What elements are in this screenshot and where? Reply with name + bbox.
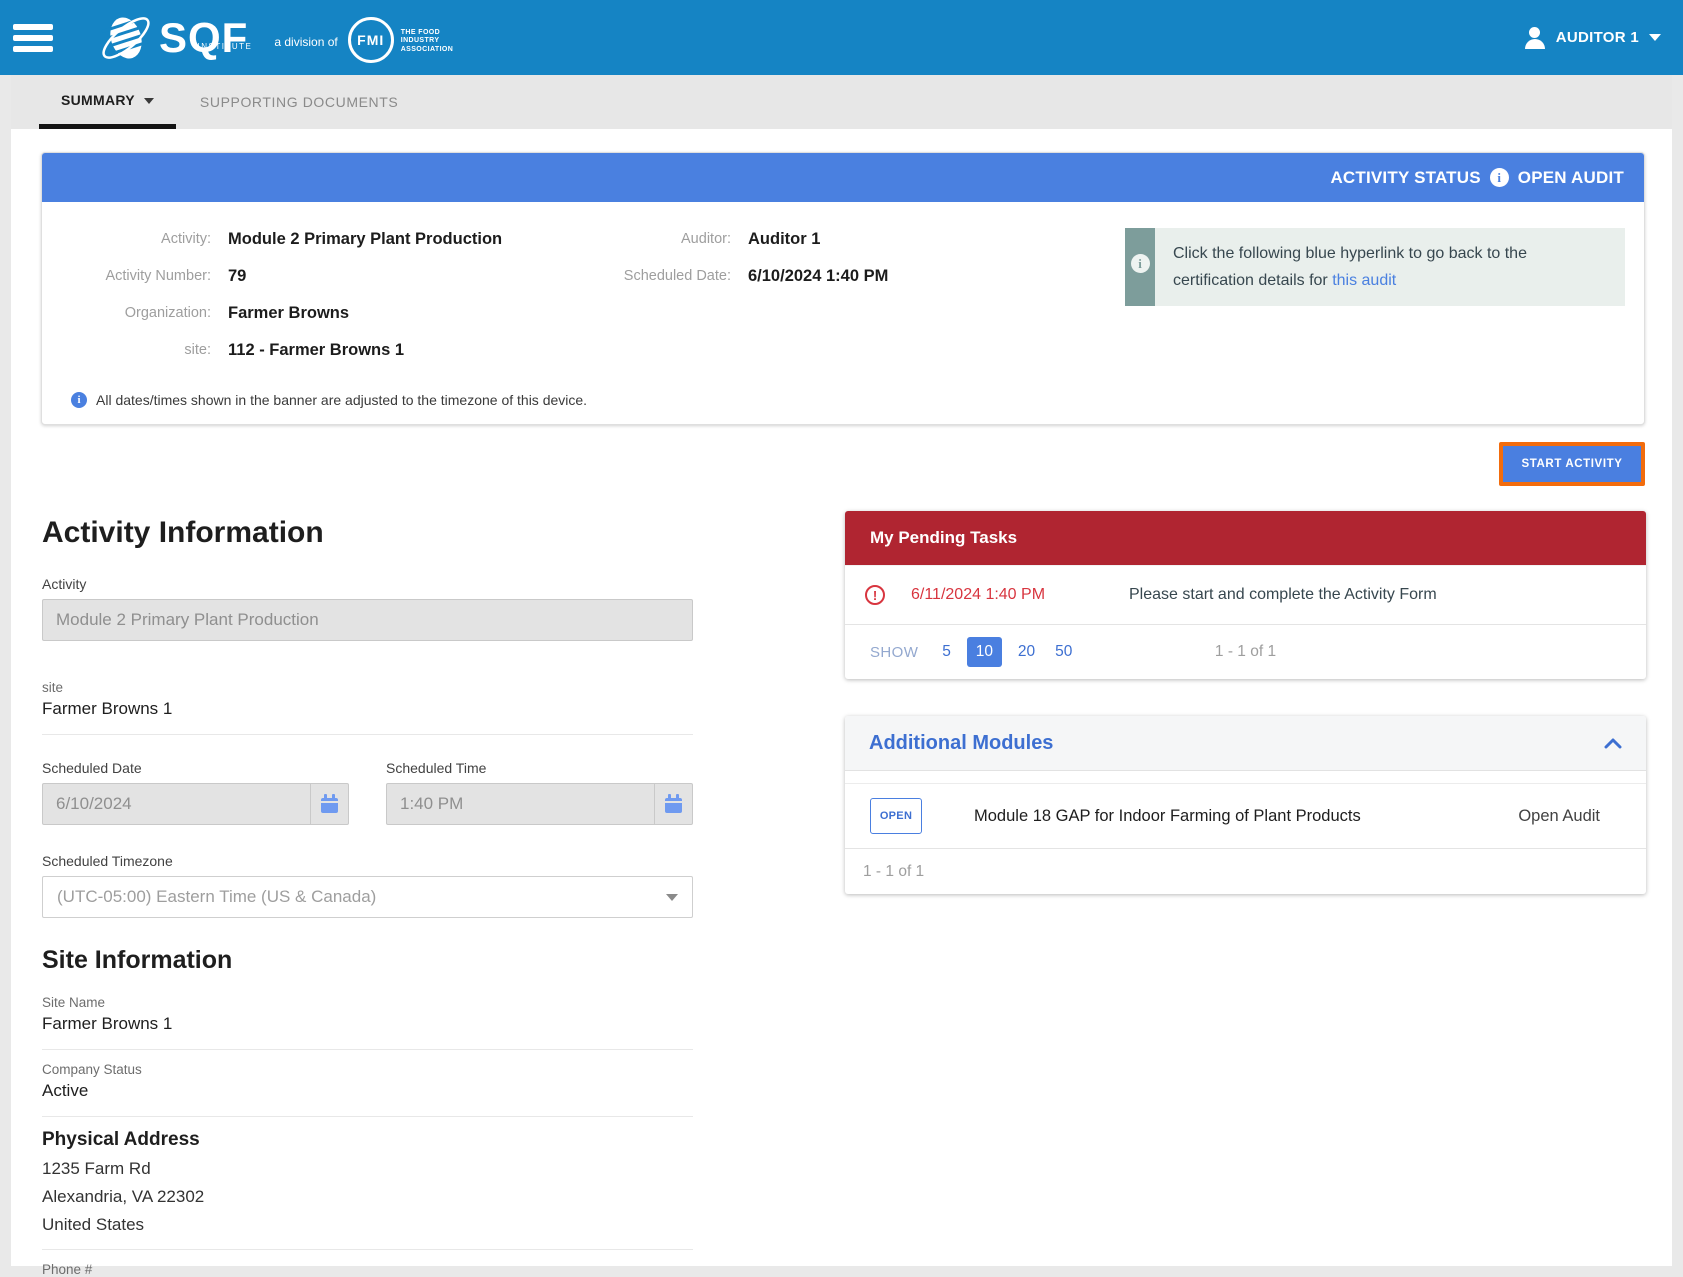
division-text: a division of <box>274 35 337 49</box>
chevron-up-icon[interactable] <box>1604 737 1622 749</box>
modules-pagination: 1 - 1 of 1 <box>845 848 1646 894</box>
info-icon[interactable]: i <box>1490 168 1509 187</box>
additional-modules-title: Additional Modules <box>869 732 1053 755</box>
activity-information-title: Activity Information <box>42 516 693 550</box>
tab-bar: SUMMARY SUPPORTING DOCUMENTS <box>11 75 1672 129</box>
scheduled-date-field: Scheduled Date 6/10/2024 <box>42 760 349 825</box>
modules-table-head <box>845 771 1646 784</box>
activity-input: Module 2 Primary Plant Production <box>42 599 693 641</box>
activity-status-bar: ACTIVITY STATUS i OPEN AUDIT <box>42 153 1644 202</box>
address-line: United States <box>42 1215 693 1235</box>
task-due-date: 6/11/2024 1:40 PM <box>911 586 1107 604</box>
certification-callout: i Click the following blue hyperlink to … <box>1125 228 1625 306</box>
info-icon: i <box>71 392 87 408</box>
sqf-institute-label: INSTITUTE <box>198 27 253 67</box>
activity-status-value: OPEN AUDIT <box>1518 168 1624 188</box>
chevron-down-icon <box>1649 34 1661 41</box>
tab-summary[interactable]: SUMMARY <box>39 75 176 129</box>
module-status: Open Audit <box>1518 807 1600 826</box>
banner-field-auditor: Auditor: Auditor 1 <box>600 228 938 250</box>
fmi-logo: FMI <box>348 17 394 63</box>
scheduled-time-input: 1:40 PM <box>386 783 693 825</box>
activity-status-label: ACTIVITY STATUS <box>1330 168 1480 188</box>
timezone-note: i All dates/times shown in the banner ar… <box>42 390 1644 424</box>
address-line: Alexandria, VA 22302 <box>42 1187 693 1207</box>
open-module-button[interactable]: OPEN <box>870 798 922 834</box>
hamburger-menu-icon[interactable] <box>13 24 53 52</box>
banner-fields-schedule: Auditor: Auditor 1 Scheduled Date: 6/10/… <box>600 228 938 376</box>
banner-field-organization: Organization: Farmer Browns <box>42 302 600 324</box>
task-message: Please start and complete the Activity F… <box>1129 586 1437 604</box>
alert-icon: ! <box>865 585 885 605</box>
module-row: OPEN Module 18 GAP for Indoor Farming of… <box>845 784 1646 848</box>
pagination-range: 1 - 1 of 1 <box>845 643 1646 661</box>
calendar-icon <box>321 798 338 813</box>
sqf-swirl-icon <box>95 11 157 65</box>
app-header: SQF INSTITUTE a division of FMI THE FOOD… <box>0 0 1683 75</box>
site-field: site Farmer Browns 1 <box>42 668 693 735</box>
banner-field-site: site: 112 - Farmer Browns 1 <box>42 339 600 361</box>
callout-stripe: i <box>1125 228 1155 306</box>
sqf-logo: SQF INSTITUTE a division of FMI THE FOOD… <box>95 11 453 65</box>
phone-field: Phone # +1 8868654382 <box>42 1250 693 1277</box>
calendar-icon <box>665 798 682 813</box>
clock-button[interactable] <box>654 784 692 824</box>
info-icon: i <box>1131 254 1150 273</box>
company-status-field: Company Status Active <box>42 1050 693 1117</box>
scheduled-date-input: 6/10/2024 <box>42 783 349 825</box>
activity-information-section: Activity Information Activity Module 2 P… <box>42 516 693 1277</box>
pending-tasks-pagination: 1 - 1 of 1 SHOW 5 10 20 50 <box>845 625 1646 679</box>
chevron-down-icon <box>666 894 678 901</box>
banner-field-scheduled-date: Scheduled Date: 6/10/2024 1:40 PM <box>600 265 938 287</box>
banner-field-activity: Activity: Module 2 Primary Plant Product… <box>42 228 600 250</box>
calendar-button[interactable] <box>310 784 348 824</box>
activity-field-label: Activity <box>42 576 693 592</box>
banner-field-activity-number: Activity Number: 79 <box>42 265 600 287</box>
additional-modules-header[interactable]: Additional Modules <box>845 716 1646 771</box>
user-name: AUDITOR 1 <box>1556 29 1639 46</box>
banner-fields-left: Activity: Module 2 Primary Plant Product… <box>42 228 600 376</box>
scheduled-time-field: Scheduled Time 1:40 PM <box>386 760 693 825</box>
tab-supporting-documents[interactable]: SUPPORTING DOCUMENTS <box>184 75 414 129</box>
annotation-highlight: START ACTIVITY <box>1499 442 1645 486</box>
address-line: 1235 Farm Rd <box>42 1159 693 1179</box>
pending-task-row[interactable]: ! 6/11/2024 1:40 PM Please start and com… <box>845 565 1646 625</box>
start-activity-button[interactable]: START ACTIVITY <box>1503 446 1641 482</box>
fmi-tagline: THE FOOD INDUSTRY ASSOCIATION <box>401 29 454 55</box>
this-audit-link[interactable]: this audit <box>1332 272 1396 289</box>
site-name-field: Site Name Farmer Browns 1 <box>42 983 693 1050</box>
activity-banner: ACTIVITY STATUS i OPEN AUDIT Activity: M… <box>41 152 1645 425</box>
page-sheet: SUMMARY SUPPORTING DOCUMENTS ACTIVITY ST… <box>11 75 1672 1266</box>
module-name: Module 18 GAP for Indoor Farming of Plan… <box>974 807 1361 826</box>
user-avatar-icon <box>1524 26 1546 50</box>
physical-address-block: Physical Address 1235 Farm Rd Alexandria… <box>42 1117 693 1250</box>
pending-tasks-header: My Pending Tasks <box>845 511 1646 565</box>
site-information-title: Site Information <box>42 946 693 975</box>
scheduled-timezone-field: Scheduled Timezone (UTC-05:00) Eastern T… <box>42 853 693 918</box>
my-pending-tasks-panel: My Pending Tasks ! 6/11/2024 1:40 PM Ple… <box>845 511 1646 679</box>
user-menu[interactable]: AUDITOR 1 <box>1524 0 1661 75</box>
additional-modules-panel: Additional Modules OPEN Module 18 GAP fo… <box>845 716 1646 894</box>
timezone-select[interactable]: (UTC-05:00) Eastern Time (US & Canada) <box>42 876 693 918</box>
sqf-wordmark: SQF INSTITUTE <box>159 18 248 58</box>
chevron-down-icon <box>144 98 154 104</box>
